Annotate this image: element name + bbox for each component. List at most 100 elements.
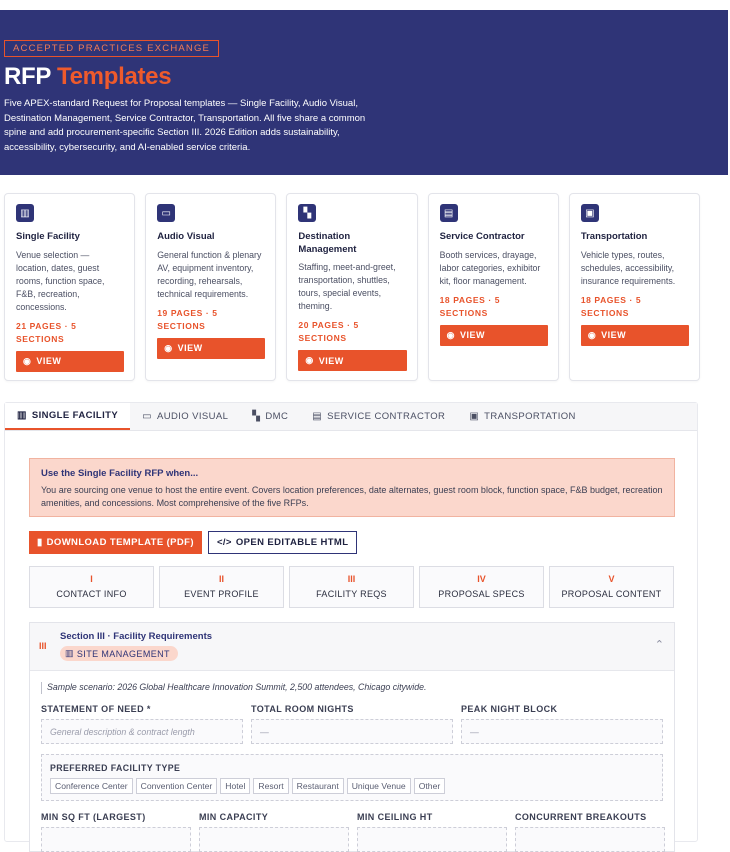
eye-icon: ◉ xyxy=(305,355,314,365)
card-destination-management[interactable]: ▚ Destination Management Staffing, meet-… xyxy=(286,193,418,381)
section-number: IV xyxy=(477,574,486,584)
eye-icon: ◉ xyxy=(446,329,455,340)
card-audio-visual[interactable]: ▭ Audio Visual General function & plenar… xyxy=(145,193,277,381)
code-icon: </> xyxy=(216,537,232,548)
view-button[interactable]: ◉ VIEW xyxy=(580,324,690,346)
field-label: TOTAL ROOM NIGHTS xyxy=(251,704,354,714)
eye-icon: ◉ xyxy=(587,329,597,340)
min-ceiling-ht-input[interactable] xyxy=(357,827,507,852)
option-chip[interactable]: Conference Center xyxy=(50,778,133,794)
page-title: RFP Templates xyxy=(4,63,728,91)
min-ceiling-ht-field: MIN CEILING HT xyxy=(357,812,515,852)
card-description: Vehicle types, routes, schedules, access… xyxy=(580,249,676,286)
building-icon: ▥ xyxy=(16,204,34,222)
field-label: PEAK NIGHT BLOCK xyxy=(461,704,558,714)
eye-icon: ◉ xyxy=(23,355,32,366)
building-icon: ▥ xyxy=(17,410,27,421)
peak-night-block-input[interactable]: — xyxy=(461,719,663,744)
tab-audio-visual[interactable]: ▭ AUDIO VISUAL xyxy=(130,403,240,430)
option-chip[interactable]: Resort xyxy=(253,778,289,794)
section-label: PROPOSAL CONTENT xyxy=(561,589,662,599)
view-button[interactable]: ◉ VIEW xyxy=(298,350,407,371)
eyebrow-label: ACCEPTED PRACTICES EXCHANGE xyxy=(4,40,220,57)
min-capacity-field: MIN CAPACITY xyxy=(199,812,357,852)
card-meta: 18 PAGES · 5 SECTIONS xyxy=(439,294,501,318)
tab-dmc[interactable]: ▚ DMC xyxy=(240,403,300,430)
concurrent-breakouts-input[interactable] xyxy=(515,827,665,852)
card-description: Venue selection — location, dates, guest… xyxy=(16,249,105,312)
open-editable-html-button[interactable]: </> OPEN EDITABLE HTML xyxy=(207,531,358,554)
statement-of-need-field: STATEMENT OF NEED * General description … xyxy=(41,704,243,744)
field-label: CONCURRENT BREAKOUTS xyxy=(515,812,647,822)
field-label: MIN SQ FT (LARGEST) xyxy=(41,812,146,822)
card-meta: 19 PAGES · 5 SECTIONS xyxy=(157,307,218,331)
section-label: FACILITY REQS xyxy=(316,589,387,599)
template-panel: ▥ SINGLE FACILITY ▭ AUDIO VISUAL ▚ DMC ▤ SER… xyxy=(4,402,698,852)
bus-icon: ▣ xyxy=(580,204,599,222)
option-chip[interactable]: Restaurant xyxy=(291,778,344,794)
view-button[interactable]: ◉ VIEW xyxy=(16,350,125,372)
view-label: VIEW xyxy=(318,355,344,366)
view-label: VIEW xyxy=(459,330,485,340)
option-chip[interactable]: Other xyxy=(413,778,446,794)
people-icon: ▚ xyxy=(298,204,317,222)
section-number: V xyxy=(608,574,615,584)
accordion-title: Section III · Facility Requirements xyxy=(60,631,213,642)
booth-icon: ▤ xyxy=(439,204,458,222)
use-when-callout: Use the Single Facility RFP when... You … xyxy=(29,458,675,517)
card-title: Transportation xyxy=(580,231,648,242)
facility-type-options: Conference Center Convention Center Hote… xyxy=(50,778,662,794)
card-title: Audio Visual xyxy=(157,231,215,242)
view-button[interactable]: ◉ VIEW xyxy=(157,337,266,359)
option-chip[interactable]: Unique Venue xyxy=(346,778,411,794)
statement-of-need-input[interactable]: General description & contract length xyxy=(41,719,243,744)
pdf-icon: ▮ xyxy=(37,537,43,548)
min-capacity-input[interactable] xyxy=(199,827,349,852)
option-chip[interactable]: Hotel xyxy=(220,778,251,794)
accordion-header[interactable]: III Section III · Facility Requirements … xyxy=(30,623,674,671)
field-row: MIN SQ FT (LARGEST) MIN CAPACITY MIN CEI… xyxy=(41,812,674,852)
option-chip[interactable]: Convention Center xyxy=(135,778,218,794)
bus-icon: ▣ xyxy=(469,411,480,422)
tab-bar: ▥ SINGLE FACILITY ▭ AUDIO VISUAL ▚ DMC ▤ SER… xyxy=(5,403,697,431)
tab-service-contractor[interactable]: ▤ SERVICE CONTRACTOR xyxy=(300,403,457,430)
download-template-button[interactable]: ▮ DOWNLOAD TEMPLATE (PDF) xyxy=(29,531,202,554)
callout-title: Use the Single Facility RFP when... xyxy=(41,468,199,479)
section-label: PROPOSAL SPECS xyxy=(438,589,525,599)
field-label: MIN CAPACITY xyxy=(199,812,269,822)
card-title: Single Facility xyxy=(16,231,80,242)
tab-single-facility[interactable]: ▥ SINGLE FACILITY xyxy=(5,403,131,430)
card-service-contractor[interactable]: ▤ Service Contractor Booth services, dra… xyxy=(427,193,559,381)
min-sq-ft-field: MIN SQ FT (LARGEST) xyxy=(41,812,199,852)
section-accordion: III Section III · Facility Requirements … xyxy=(29,622,675,852)
section-number: III xyxy=(347,574,356,584)
tab-transportation[interactable]: ▣ TRANSPORTATION xyxy=(457,403,588,430)
section-contact-info[interactable]: I CONTACT INFO xyxy=(29,566,154,608)
section-number: II xyxy=(218,574,224,584)
card-description: Staffing, meet-and-greet, transportation… xyxy=(298,262,396,311)
peak-night-block-field: PEAK NIGHT BLOCK — xyxy=(461,704,663,744)
tab-label: DMC xyxy=(265,411,289,422)
field-label: STATEMENT OF NEED * xyxy=(41,704,151,714)
action-row: ▮ DOWNLOAD TEMPLATE (PDF) </> OPEN EDITABL… xyxy=(29,531,358,554)
accordion-number: III xyxy=(39,641,47,651)
section-number: I xyxy=(90,574,93,584)
section-event-profile[interactable]: II EVENT PROFILE xyxy=(159,566,284,608)
card-single-facility[interactable]: ▥ Single Facility Venue selection — loca… xyxy=(4,193,136,381)
min-sq-ft-input[interactable] xyxy=(41,827,191,852)
monitor-icon: ▭ xyxy=(157,204,176,222)
monitor-icon: ▭ xyxy=(142,411,152,422)
eye-icon: ◉ xyxy=(164,342,173,353)
title-main: RFP xyxy=(4,63,51,90)
field-row: STATEMENT OF NEED * General description … xyxy=(41,704,674,744)
chevron-up-icon[interactable]: ⌃ xyxy=(655,638,664,651)
view-label: VIEW xyxy=(36,356,62,366)
section-proposal-content[interactable]: V PROPOSAL CONTENT xyxy=(549,566,674,608)
section-proposal-specs[interactable]: IV PROPOSAL SPECS xyxy=(419,566,544,608)
total-room-nights-field: TOTAL ROOM NIGHTS — xyxy=(251,704,453,744)
view-button[interactable]: ◉ VIEW xyxy=(439,324,548,346)
card-transportation[interactable]: ▣ Transportation Vehicle types, routes, … xyxy=(568,193,701,381)
section-facility-reqs[interactable]: III FACILITY REQS xyxy=(289,566,414,608)
total-room-nights-input[interactable]: — xyxy=(251,719,453,744)
field-label: MIN CEILING HT xyxy=(357,812,433,822)
